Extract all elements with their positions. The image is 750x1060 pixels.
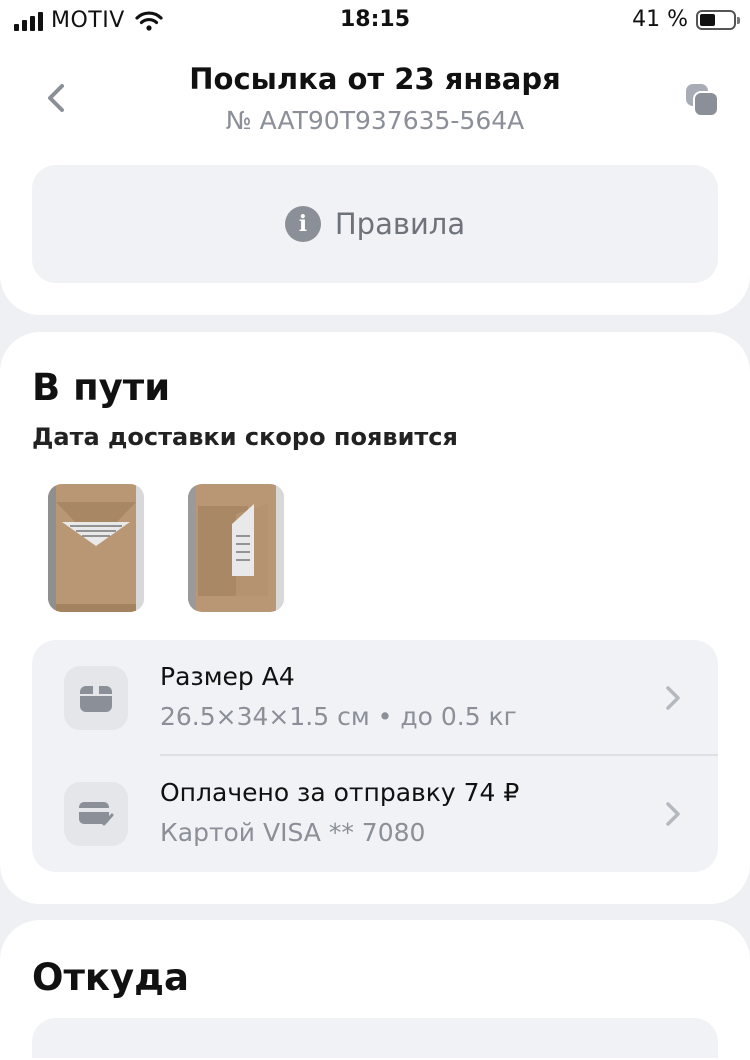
- origin-card: Откуда: [0, 920, 750, 1060]
- rules-button[interactable]: i Правила: [32, 165, 718, 283]
- copy-icon[interactable]: [682, 80, 722, 120]
- size-title: Размер A4: [160, 662, 295, 691]
- delivery-date-note: Дата доставки скоро появится: [32, 423, 458, 451]
- card-check-icon: [64, 782, 128, 846]
- envelope-photo-side[interactable]: [188, 484, 284, 612]
- box-icon: [64, 666, 128, 730]
- shipment-details-list: Размер A4 26.5×34×1.5 см • до 0.5 кг Опл…: [32, 640, 718, 872]
- payment-title: Оплачено за отправку 74 ₽: [160, 778, 520, 807]
- envelope-photo-front[interactable]: [48, 484, 144, 612]
- info-icon: i: [284, 206, 321, 242]
- payment-card: Картой VISA ** 7080: [160, 818, 426, 847]
- size-row[interactable]: Размер A4 26.5×34×1.5 см • до 0.5 кг: [32, 640, 718, 756]
- header-card: MOTIV 18:15 41 % Посылка от 23 января № …: [0, 0, 750, 315]
- shipment-status-card: В пути Дата доставки скоро появится Разм…: [0, 332, 750, 904]
- status-bar: MOTIV 18:15 41 %: [0, 0, 750, 44]
- rules-label: Правила: [334, 207, 466, 241]
- battery-percent: 41 %: [632, 7, 688, 32]
- origin-address-box[interactable]: [32, 1018, 718, 1058]
- payment-row[interactable]: Оплачено за отправку 74 ₽ Картой VISA **…: [32, 756, 718, 872]
- chevron-right-icon: [666, 802, 680, 826]
- battery-icon: [696, 9, 740, 30]
- size-dimensions: 26.5×34×1.5 см • до 0.5 кг: [160, 702, 517, 731]
- origin-title: Откуда: [32, 956, 189, 999]
- page-title: Посылка от 23 января: [189, 62, 561, 96]
- status-bar-right: 41 %: [632, 7, 740, 32]
- tracking-number: № AAT90T937635-564A: [225, 106, 525, 135]
- status-title: В пути: [32, 366, 171, 409]
- chevron-right-icon: [666, 686, 680, 710]
